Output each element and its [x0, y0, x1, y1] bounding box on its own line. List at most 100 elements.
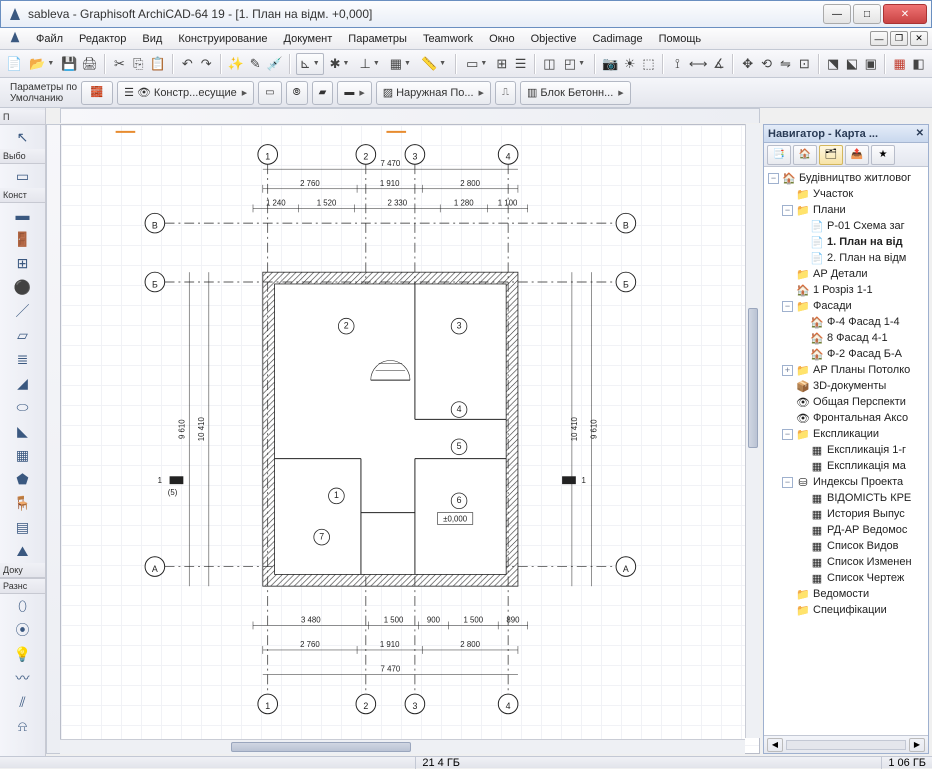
sec-a-icon[interactable]: ⬔ [825, 53, 842, 75]
tree-item[interactable]: −📁Експликации [766, 426, 926, 442]
tree-item[interactable]: 📄Р-01 Схема заг [766, 218, 926, 234]
save-icon[interactable]: 💾 [60, 53, 78, 75]
measure-icon[interactable]: ⟟ [669, 53, 686, 75]
defaults-button[interactable]: 🧱 [81, 81, 113, 105]
eyedrop-icon[interactable]: 💉 [266, 53, 284, 75]
floor-cut[interactable]: ▰ [312, 81, 334, 105]
extra-b-icon[interactable]: ◧ [910, 53, 927, 75]
maximize-button[interactable]: □ [853, 4, 881, 24]
navigator-title[interactable]: Навигатор - Карта ... ✕ [764, 125, 928, 143]
paste-icon[interactable]: 📋 [149, 53, 167, 75]
slab-tool[interactable]: ▱ [11, 324, 35, 346]
ref-line[interactable]: ▬▶ [337, 81, 371, 105]
tree-twisty[interactable]: + [782, 365, 793, 376]
tree-item[interactable]: ▦Експликація ма [766, 458, 926, 474]
fill-combo[interactable]: ▨ Наружная По... ▶ [376, 81, 491, 105]
snap-grid-icon[interactable]: ▦▼ [386, 53, 415, 75]
roof-tool[interactable]: ◢ [11, 372, 35, 394]
nav-tab-favs[interactable]: ★ [871, 145, 895, 165]
tree-item[interactable]: +📁АР Планы Потолко [766, 362, 926, 378]
menu-teamwork[interactable]: Teamwork [415, 30, 481, 48]
curtainwall-tool[interactable]: ▦ [11, 444, 35, 466]
sec-b-icon[interactable]: ⬕ [844, 53, 861, 75]
mep-pipe-tool[interactable]: ⦿ [11, 619, 35, 641]
nav-scroll-right[interactable]: ▶ [909, 738, 925, 752]
tree-item[interactable]: 🏠1 Розріз 1-1 [766, 282, 926, 298]
tree-item[interactable]: 📁Ведомости [766, 586, 926, 602]
window-tool[interactable]: ⊞ [11, 252, 35, 274]
tree-item[interactable]: −📁Фасади [766, 298, 926, 314]
mep-duct-tool[interactable]: ⬯ [11, 595, 35, 617]
layer-combo[interactable]: ☰ 👁 Констр...есущие ▶ [117, 81, 254, 105]
relative-mode-icon[interactable]: ⊾▼ [296, 53, 324, 75]
nav-tab-project[interactable]: 📑 [767, 145, 791, 165]
wall-tool[interactable]: ▬ [11, 204, 35, 226]
grid-display-icon[interactable]: ⊞ [493, 53, 510, 75]
pen-icon[interactable]: ✎ [247, 53, 264, 75]
cut-icon[interactable]: ✂ [111, 53, 128, 75]
tree-item[interactable]: 📁АР Детали [766, 266, 926, 282]
menu-файл[interactable]: Файл [28, 30, 71, 48]
tree-twisty[interactable]: − [768, 173, 779, 184]
close-button[interactable]: ✕ [883, 4, 927, 24]
array-icon[interactable]: ⊡ [796, 53, 813, 75]
drawing-canvas[interactable]: 11223344 ААББВВ 2 3 4 5 6 1 7 ±0,000 [60, 124, 760, 754]
tree-item[interactable]: ▦Експликація 1-г [766, 442, 926, 458]
profile-combo[interactable]: ⎍ [495, 81, 516, 105]
horizontal-scrollbar[interactable] [60, 739, 745, 754]
menu-окно[interactable]: Окно [481, 30, 523, 48]
undo-icon[interactable]: ↶ [179, 53, 196, 75]
tree-item[interactable]: −⛁Индексы Проекта [766, 474, 926, 490]
mdi-close[interactable]: ✕ [910, 31, 928, 46]
navigator-close-icon[interactable]: ✕ [916, 128, 924, 139]
sec-c-icon[interactable]: ▣ [862, 53, 879, 75]
snap-intersection-icon[interactable]: ✱▼ [326, 53, 354, 75]
tree-item[interactable]: ▦РД-АР Ведомос [766, 522, 926, 538]
tree-item[interactable]: 📄1. План на від [766, 234, 926, 250]
mdi-restore[interactable]: ❐ [890, 31, 908, 46]
tree-item[interactable]: 👁Фронтальная Аксо [766, 410, 926, 426]
tree-item[interactable]: 🏠Ф-4 Фасад 1-4 [766, 314, 926, 330]
object-tool[interactable]: 🪑 [11, 492, 35, 514]
tree-item[interactable]: 📦3D-документы [766, 378, 926, 394]
tree-item[interactable]: −🏠Будівництво житловог [766, 170, 926, 186]
tree-item[interactable]: ▦Список Изменен [766, 554, 926, 570]
vertical-scrollbar[interactable] [745, 124, 760, 738]
tree-item[interactable]: 📁Участок [766, 186, 926, 202]
marquee-icon[interactable]: ▭▼ [462, 53, 491, 75]
misc-tool-b[interactable]: ⍾ [11, 715, 35, 737]
dim-tool-icon[interactable]: ⟷ [688, 53, 709, 75]
open-icon[interactable]: 📂▼ [25, 53, 58, 75]
tree-item[interactable]: ▦История Выпус [766, 506, 926, 522]
print-icon[interactable]: 🖨 [81, 53, 100, 75]
mirror-icon[interactable]: ⇋ [777, 53, 794, 75]
menu-objective[interactable]: Objective [523, 30, 585, 48]
trace-icon[interactable]: ◫ [541, 53, 558, 75]
tree-item[interactable]: ▦ВІДОМІСТЬ КРЕ [766, 490, 926, 506]
mdi-minimize[interactable]: — [870, 31, 888, 46]
camera-icon[interactable]: 📷 [601, 53, 619, 75]
geometry-method-a[interactable]: ▭ [258, 81, 281, 105]
marquee-tool[interactable]: ▭ [11, 165, 35, 187]
tree-item[interactable]: 👁Общая Перспекти [766, 394, 926, 410]
tree-item[interactable]: 📄2. План на відм [766, 250, 926, 266]
angle-icon[interactable]: ∡ [710, 53, 727, 75]
app-menu-icon[interactable] [8, 30, 22, 47]
move-icon[interactable]: ✥ [739, 53, 756, 75]
tree-item[interactable]: −📁Плани [766, 202, 926, 218]
spline-tool[interactable]: 〰 [11, 667, 35, 689]
skylight-tool[interactable]: ◣ [11, 420, 35, 442]
rotate-icon[interactable]: ⟲ [758, 53, 775, 75]
morph-tool[interactable]: ⬟ [11, 468, 35, 490]
stair-tool[interactable]: ≣ [11, 348, 35, 370]
misc-tool-a[interactable]: ⫽ [11, 691, 35, 713]
new-icon[interactable]: 📄 [5, 53, 23, 75]
menu-редактор[interactable]: Редактор [71, 30, 134, 48]
menu-вид[interactable]: Вид [134, 30, 170, 48]
copy-icon[interactable]: ⎘ [130, 53, 147, 75]
shell-tool[interactable]: ⬭ [11, 396, 35, 418]
scroll-thumb[interactable] [231, 742, 411, 752]
tree-item[interactable]: 🏠8 Фасад 4-1 [766, 330, 926, 346]
tree-item[interactable]: 🏠Ф-2 Фасад Б-А [766, 346, 926, 362]
navigator-tree[interactable]: −🏠Будівництво житловог📁Участок−📁Плани📄Р-… [764, 167, 928, 735]
